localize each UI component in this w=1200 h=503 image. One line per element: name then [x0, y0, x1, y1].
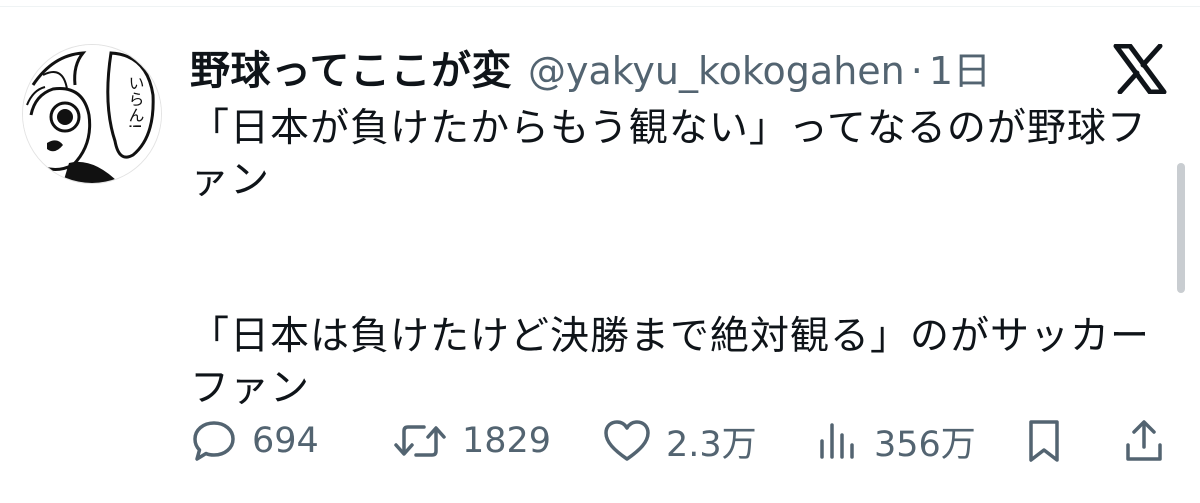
- bookmark-icon: [1029, 420, 1059, 462]
- avatar-balloon-text: いらん!: [126, 75, 145, 129]
- views-button[interactable]: 356万: [816, 413, 976, 469]
- speech-bubble-icon: [193, 421, 235, 461]
- tweet-text: 「日本が負けたからもう観ない」ってなるのが野球ファン 「日本は負けたけど決勝まで…: [190, 103, 1160, 415]
- share-button[interactable]: [1122, 413, 1166, 469]
- views-count: 356万: [874, 424, 976, 465]
- avatar[interactable]: いらん!: [22, 44, 162, 184]
- retweet-count: 1829: [462, 421, 552, 461]
- reply-button[interactable]: 694: [190, 413, 319, 469]
- top-divider: [0, 0, 1200, 7]
- tweet-time[interactable]: 1日: [929, 40, 991, 95]
- like-button[interactable]: 2.3万: [602, 413, 757, 469]
- x-logo-icon: [1112, 43, 1168, 95]
- user-handle[interactable]: @yakyu_kokogahen: [528, 49, 905, 93]
- tweet-paragraph-2: 「日本は負けたけど決勝まで絶対観る」のがサッカーファン: [190, 314, 1151, 411]
- retweet-icon: [394, 425, 446, 457]
- retweet-button[interactable]: 1829: [392, 413, 551, 469]
- like-count: 2.3万: [666, 424, 757, 465]
- scrollbar[interactable]: [1177, 163, 1185, 293]
- bookmark-button[interactable]: [1024, 413, 1064, 469]
- tweet-header: 野球ってここが変 @yakyu_kokogahen · 1日: [190, 38, 991, 94]
- share-icon: [1126, 420, 1162, 461]
- heart-icon: [604, 420, 650, 461]
- action-bar: 694 1829 2.3万 356万: [190, 413, 1170, 469]
- bar-chart-icon: [820, 423, 854, 459]
- reply-count: 694: [252, 421, 319, 461]
- avatar-image: いらん!: [23, 45, 161, 183]
- separator-dot: ·: [910, 49, 923, 93]
- tweet-paragraph-1: 「日本が負けたからもう観ない」ってなるのが野球ファン: [190, 106, 1147, 203]
- display-name[interactable]: 野球ってここが変: [190, 38, 512, 96]
